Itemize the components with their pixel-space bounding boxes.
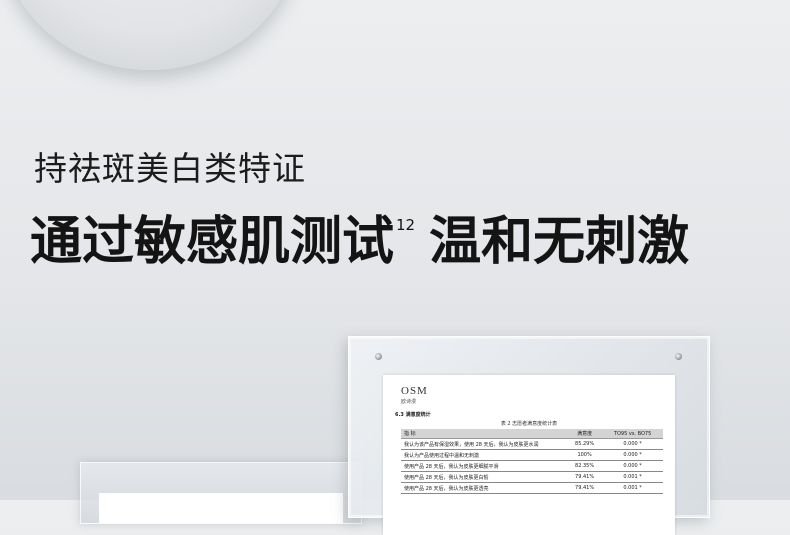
table-row: 使用产品 28 天后，我认为皮肤更透亮 79.41% 0.001 *	[401, 482, 663, 494]
test-report-document: OSM 欧诗漫 6.3 满意度统计 表 2 志愿者满意度统计表 指 标 满意度 …	[383, 375, 675, 535]
table-cell: 0.001 *	[602, 471, 663, 483]
subtitle: 持祛斑美白类特证	[34, 149, 306, 188]
headline: 通过敏感肌测试 12 温和无刺激	[30, 216, 689, 268]
table-cell: 使用产品 28 天后，我认为皮肤更透亮	[401, 482, 567, 494]
headline-part2: 温和无刺激	[429, 212, 690, 272]
headline-part1: 通过敏感肌测试	[30, 212, 395, 272]
frame-back-paper	[99, 493, 343, 523]
table-cell: 82.35%	[567, 460, 603, 472]
column-header: 满意度	[567, 429, 603, 439]
table-cell: 使用产品 28 天后，我认为皮肤更白皙	[401, 471, 567, 483]
table-cell: 使用产品 28 天后，我认为皮肤更细腻平滑	[401, 460, 567, 472]
table-cell: 100%	[567, 449, 603, 461]
table-cell: 79.41%	[567, 471, 603, 483]
table-cell: 0.000 *	[602, 438, 663, 450]
bolt-icon	[675, 353, 682, 360]
table-cell: 79.41%	[567, 482, 603, 494]
table-header-row: 指 标 满意度 TO95 vs. BO75	[401, 429, 663, 439]
footnote-superscript: 12	[396, 216, 416, 234]
table-cell: 0.001 *	[602, 482, 663, 494]
table-cell: 我认为该产品有保湿效果，使用 28 天后，我认为皮肤更水润	[401, 438, 567, 450]
satisfaction-table: 指 标 满意度 TO95 vs. BO75 我认为该产品有保湿效果，使用 28 …	[401, 429, 663, 494]
table-caption: 表 2 志愿者满意度统计表	[500, 421, 558, 427]
section-heading: 6.3 满意度统计	[395, 412, 431, 418]
brand-logo-subtext: 欧诗漫	[401, 399, 417, 405]
acrylic-frame: OSM 欧诗漫 6.3 满意度统计 表 2 志愿者满意度统计表 指 标 满意度 …	[348, 336, 710, 535]
bolt-icon	[375, 353, 382, 360]
table-cell: 0.000 *	[602, 449, 663, 461]
table-row: 我认为产品使用过程中温和无刺激 100% 0.000 *	[401, 449, 663, 461]
column-header: 指 标	[401, 429, 567, 439]
decorative-sphere	[0, 0, 300, 70]
table-cell: 0.000 *	[602, 460, 663, 472]
table-row: 使用产品 28 天后，我认为皮肤更细腻平滑 82.35% 0.000 *	[401, 460, 663, 472]
column-header: TO95 vs. BO75	[602, 429, 663, 439]
acrylic-frame-back	[80, 462, 362, 524]
table-row: 使用产品 28 天后，我认为皮肤更白皙 79.41% 0.001 *	[401, 471, 663, 483]
table-cell: 85.29%	[567, 438, 603, 450]
brand-logo: OSM	[401, 385, 428, 397]
table-row: 我认为该产品有保湿效果，使用 28 天后，我认为皮肤更水润 85.29% 0.0…	[401, 438, 663, 450]
table-cell: 我认为产品使用过程中温和无刺激	[401, 449, 567, 461]
